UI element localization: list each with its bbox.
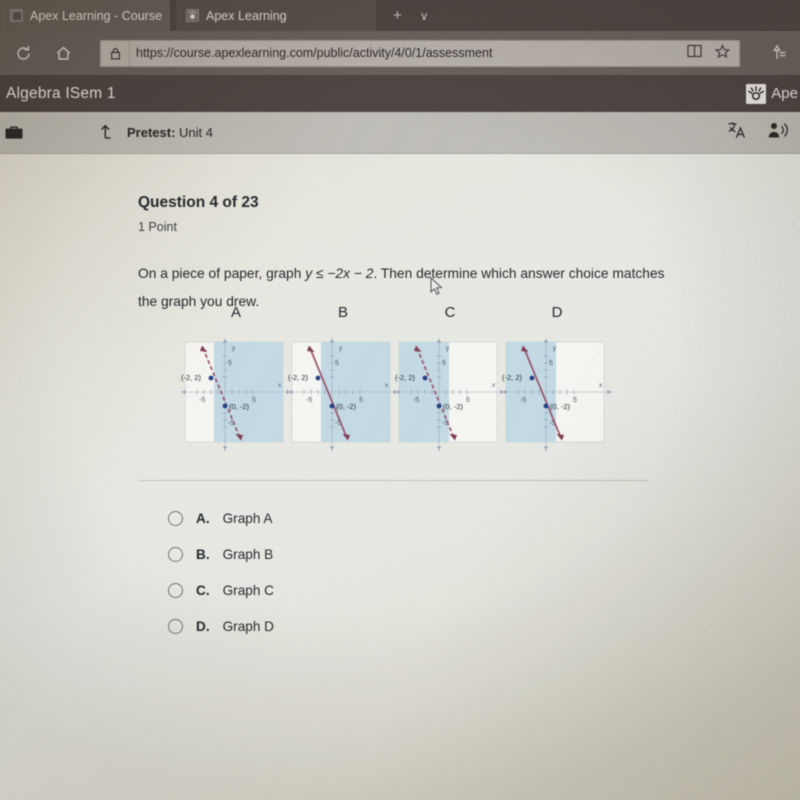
assessment-content: Question 4 of 23 1 Point On a piece of p… bbox=[0, 154, 800, 800]
answer-graph-b-letter: B bbox=[337, 304, 348, 321]
svg-text:(0, -2): (0, -2) bbox=[443, 402, 464, 411]
apex-brand[interactable]: Ape bbox=[746, 83, 800, 104]
browser-tab-strip: Apex Learning - Course ✕ Apex Learning + bbox=[0, 0, 800, 31]
radio-button-d[interactable] bbox=[168, 619, 183, 634]
section-divider bbox=[138, 480, 648, 481]
svg-text:(-2, 2): (-2, 2) bbox=[288, 373, 309, 382]
prompt-part-1: On a piece of paper, graph bbox=[138, 266, 306, 281]
answer-choice-c-label: Graph C bbox=[222, 583, 274, 598]
translate-icon[interactable] bbox=[727, 120, 747, 145]
address-bar-icons bbox=[687, 43, 739, 64]
apex-brand-label: Ape bbox=[771, 85, 798, 102]
read-aloud-icon[interactable] bbox=[767, 121, 788, 145]
new-tab-area: + ∨ bbox=[383, 0, 461, 31]
answer-graph-d-letter: D bbox=[551, 304, 563, 321]
lock-icon bbox=[101, 47, 129, 60]
answer-choice-a-label: Graph A bbox=[222, 511, 273, 526]
answer-choice-d[interactable]: D. Graph D bbox=[168, 619, 274, 634]
answer-graph-c-letter: C bbox=[444, 304, 456, 321]
answer-graph-b: B y x 5 -5 -5 5 (-2, 2) (0, -2) bbox=[287, 304, 399, 452]
svg-text:5: 5 bbox=[252, 397, 256, 404]
answer-graph-a: A y x 5 -5 -5 5 (-2, 2) (0, -2) bbox=[180, 304, 292, 452]
answer-graph-d-plot: y x 5 -5 -5 5 (-2, 2) (0, -2) bbox=[501, 338, 613, 452]
svg-text:5: 5 bbox=[359, 397, 363, 404]
page-icon bbox=[10, 9, 23, 22]
mouse-cursor bbox=[430, 276, 444, 301]
svg-text:(0, -2): (0, -2) bbox=[550, 402, 571, 411]
answer-choice-a[interactable]: A. Graph A bbox=[168, 511, 272, 526]
svg-text:5: 5 bbox=[228, 360, 232, 367]
apex-favicon-icon bbox=[186, 9, 199, 22]
book-icon[interactable] bbox=[687, 44, 702, 63]
apex-logo-icon bbox=[746, 83, 767, 104]
home-icon[interactable] bbox=[46, 36, 80, 70]
svg-text:-5: -5 bbox=[306, 397, 312, 404]
page-title: Question 4 of 23 bbox=[138, 194, 259, 211]
breadcrumb-label: Pretest: bbox=[127, 125, 176, 140]
answer-graph-a-letter: A bbox=[230, 304, 241, 321]
svg-text:(0, -2): (0, -2) bbox=[336, 402, 357, 411]
breadcrumb: Pretest: Unit 4 bbox=[98, 123, 213, 142]
browser-tab-0[interactable]: Apex Learning - Course ✕ bbox=[0, 0, 186, 31]
up-arrow-icon[interactable] bbox=[98, 123, 113, 142]
answer-choice-d-label: Graph D bbox=[222, 619, 274, 634]
answer-graph-b-plot: y x 5 -5 -5 5 (-2, 2) (0, -2) bbox=[287, 338, 399, 452]
briefcase-icon[interactable] bbox=[0, 125, 28, 141]
address-bar-text[interactable]: https://course.apexlearning.com/public/a… bbox=[129, 41, 687, 66]
svg-text:(-2, 2): (-2, 2) bbox=[181, 373, 202, 382]
svg-text:-5: -5 bbox=[520, 397, 526, 404]
browser-tab-1[interactable]: Apex Learning bbox=[176, 0, 376, 31]
answer-choice-a-letter: A. bbox=[196, 511, 210, 526]
reading-list-icon[interactable] bbox=[770, 44, 788, 67]
answer-graph-c: C y x 5 -5 -5 5 (-2, 2) (0, -2) bbox=[394, 304, 506, 452]
prompt-expression: y ≤ −2x − 2 bbox=[305, 266, 374, 281]
svg-text:5: 5 bbox=[466, 397, 470, 404]
browser-tab-1-title: Apex Learning bbox=[206, 8, 287, 23]
address-bar[interactable]: https://course.apexlearning.com/public/a… bbox=[100, 40, 740, 67]
answer-graph-d: D y x 5 -5 -5 5 (-2, 2) (0, -2) bbox=[501, 304, 613, 452]
new-tab-button[interactable]: + bbox=[393, 7, 402, 24]
breadcrumb-value: Unit 4 bbox=[179, 125, 214, 140]
answer-choice-b-letter: B. bbox=[196, 547, 210, 562]
answer-graph-c-plot: y x 5 -5 -5 5 (-2, 2) (0, -2) bbox=[394, 338, 506, 452]
answer-choice-b-label: Graph B bbox=[222, 547, 274, 562]
star-icon[interactable] bbox=[714, 43, 731, 64]
radio-button-b[interactable] bbox=[168, 547, 183, 562]
svg-text:(0, -2): (0, -2) bbox=[229, 402, 250, 411]
svg-text:5: 5 bbox=[442, 360, 446, 367]
course-title: Algebra ISem 1 bbox=[6, 84, 116, 102]
svg-text:5: 5 bbox=[335, 360, 339, 367]
svg-text:5: 5 bbox=[573, 397, 577, 404]
reload-icon[interactable] bbox=[6, 36, 40, 70]
answer-choice-b[interactable]: B. Graph B bbox=[168, 547, 273, 562]
answer-choice-d-letter: D. bbox=[196, 619, 210, 634]
question-points: 1 Point bbox=[138, 220, 177, 234]
svg-text:5: 5 bbox=[549, 360, 553, 367]
radio-button-c[interactable] bbox=[168, 583, 183, 598]
activity-bar: Pretest: Unit 4 bbox=[0, 112, 800, 154]
radio-button-a[interactable] bbox=[168, 511, 183, 526]
app-header: Algebra ISem 1 Ape bbox=[0, 75, 800, 112]
chevron-down-icon[interactable]: ∨ bbox=[420, 9, 429, 23]
screenshot-root: Apex Learning - Course ✕ Apex Learning + bbox=[0, 0, 800, 800]
activity-bar-tools bbox=[727, 120, 800, 145]
browser-tab-0-title: Apex Learning - Course bbox=[30, 8, 163, 23]
answer-choice-c-letter: C. bbox=[196, 583, 210, 598]
svg-text:-5: -5 bbox=[199, 397, 205, 404]
svg-text:(-2, 2): (-2, 2) bbox=[502, 373, 523, 382]
answer-graph-group: A y x 5 -5 -5 5 (-2, 2) (0, -2) B y x 5 … bbox=[180, 304, 620, 452]
svg-text:-5: -5 bbox=[413, 397, 419, 404]
answer-graph-a-plot: y x 5 -5 -5 5 (-2, 2) (0, -2) bbox=[180, 338, 292, 452]
svg-text:(-2, 2): (-2, 2) bbox=[395, 373, 416, 382]
answer-choice-c[interactable]: C. Graph C bbox=[168, 583, 274, 598]
